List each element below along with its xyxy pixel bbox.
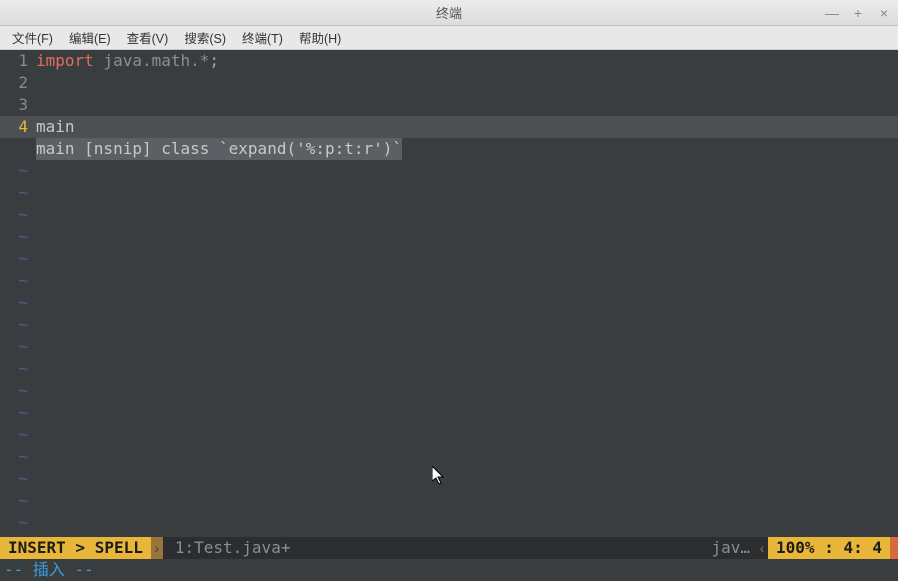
menu-edit[interactable]: 编辑(E) bbox=[61, 25, 119, 50]
empty-line: ~ bbox=[0, 490, 898, 512]
tilde: ~ bbox=[0, 226, 36, 248]
empty-line: ~ bbox=[0, 226, 898, 248]
empty-line: ~ bbox=[0, 204, 898, 226]
statusbar: INSERT > SPELL › 1:Test.java+ jav… ‹ 100… bbox=[0, 537, 898, 559]
tilde: ~ bbox=[0, 204, 36, 226]
menu-view[interactable]: 查看(V) bbox=[119, 25, 177, 50]
completion-popup[interactable]: main [nsnip] class `expand('%:p:t:r')` bbox=[0, 138, 898, 160]
empty-line: ~ bbox=[0, 446, 898, 468]
tilde-gutter bbox=[0, 138, 36, 160]
tilde: ~ bbox=[0, 402, 36, 424]
tilde: ~ bbox=[0, 182, 36, 204]
empty-line: ~ bbox=[0, 314, 898, 336]
tilde: ~ bbox=[0, 336, 36, 358]
keyword-import: import bbox=[36, 51, 94, 70]
status-spacer bbox=[302, 537, 705, 559]
line-number: 2 bbox=[0, 72, 36, 94]
status-end-cap bbox=[890, 537, 898, 559]
tilde: ~ bbox=[0, 160, 36, 182]
empty-line: ~ bbox=[0, 358, 898, 380]
code-content: import java.math.*; bbox=[36, 50, 898, 72]
empty-line: ~ bbox=[0, 424, 898, 446]
code-content: main bbox=[36, 116, 898, 138]
empty-line: ~ bbox=[0, 160, 898, 182]
tilde: ~ bbox=[0, 490, 36, 512]
maximize-button[interactable]: + bbox=[850, 5, 866, 21]
tilde: ~ bbox=[0, 292, 36, 314]
tilde: ~ bbox=[0, 358, 36, 380]
tilde: ~ bbox=[0, 424, 36, 446]
empty-line: ~ bbox=[0, 182, 898, 204]
menubar: 文件(F) 编辑(E) 查看(V) 搜索(S) 终端(T) 帮助(H) bbox=[0, 26, 898, 50]
code-content bbox=[36, 72, 898, 94]
tilde: ~ bbox=[0, 512, 36, 534]
menu-help[interactable]: 帮助(H) bbox=[291, 25, 349, 50]
tilde: ~ bbox=[0, 468, 36, 490]
status-filetype: jav… bbox=[706, 537, 757, 559]
close-button[interactable]: × bbox=[876, 5, 892, 21]
tilde: ~ bbox=[0, 248, 36, 270]
empty-line: ~ bbox=[0, 402, 898, 424]
menu-search[interactable]: 搜索(S) bbox=[176, 25, 234, 50]
code-line-current: 4 main bbox=[0, 116, 898, 138]
window-title: 终端 bbox=[436, 3, 462, 22]
completion-text: main [nsnip] class `expand('%:p:t:r')` bbox=[36, 138, 898, 160]
code-line: 3 bbox=[0, 94, 898, 116]
tilde: ~ bbox=[0, 314, 36, 336]
empty-line: ~ bbox=[0, 248, 898, 270]
terminal-area[interactable]: 1 import java.math.*; 2 3 4 main main [n… bbox=[0, 50, 898, 581]
titlebar: 终端 — + × bbox=[0, 0, 898, 26]
package-name: java.math.* bbox=[94, 51, 210, 70]
editor[interactable]: 1 import java.math.*; 2 3 4 main main [n… bbox=[0, 50, 898, 537]
status-position: 100% : 4: 4 bbox=[768, 537, 890, 559]
semicolon: ; bbox=[209, 51, 219, 70]
empty-line: ~ bbox=[0, 468, 898, 490]
completion-item[interactable]: main [nsnip] class `expand('%:p:t:r')` bbox=[36, 138, 402, 160]
line-number: 1 bbox=[0, 50, 36, 72]
menu-file[interactable]: 文件(F) bbox=[4, 25, 61, 50]
tilde: ~ bbox=[0, 446, 36, 468]
menu-terminal[interactable]: 终端(T) bbox=[234, 25, 291, 50]
code-line: 1 import java.math.*; bbox=[0, 50, 898, 72]
empty-line: ~ bbox=[0, 270, 898, 292]
minimize-button[interactable]: — bbox=[824, 5, 840, 21]
status-separator-icon: ‹ bbox=[756, 537, 768, 559]
empty-line: ~ bbox=[0, 336, 898, 358]
empty-line: ~ bbox=[0, 512, 898, 534]
code-content bbox=[36, 94, 898, 116]
status-mode: INSERT > SPELL bbox=[0, 537, 151, 559]
command-line: -- 插入 -- bbox=[0, 559, 898, 581]
tilde: ~ bbox=[0, 270, 36, 292]
code-line: 2 bbox=[0, 72, 898, 94]
line-number: 3 bbox=[0, 94, 36, 116]
empty-line: ~ bbox=[0, 380, 898, 402]
status-filename: 1:Test.java+ bbox=[163, 537, 303, 559]
status-separator-icon: › bbox=[151, 537, 163, 559]
tilde: ~ bbox=[0, 380, 36, 402]
line-number-current: 4 bbox=[0, 116, 36, 138]
window-controls: — + × bbox=[824, 5, 892, 21]
empty-line: ~ bbox=[0, 292, 898, 314]
